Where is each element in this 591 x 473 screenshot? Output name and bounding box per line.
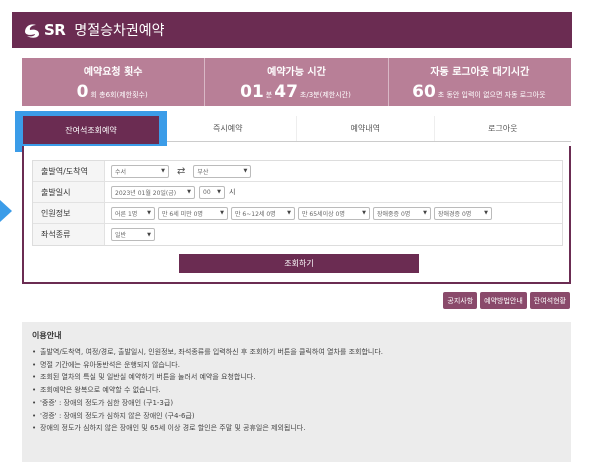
hour-select[interactable]: 00 ▼ [199, 185, 225, 199]
date-select[interactable]: 2023년 01월 20일(금) ▼ [111, 185, 195, 199]
minutes-unit: 분 [265, 90, 273, 99]
reservation-guide-button[interactable]: 예약방법안내 [480, 292, 527, 309]
request-count-label: 예약요청 횟수 [83, 66, 143, 78]
adult-count-value: 어른 1명 [115, 210, 138, 218]
senior-select[interactable]: 만 65세이상 0명 ▼ [298, 206, 370, 220]
logo-text: SR [44, 21, 66, 39]
available-time-stat: 예약가능 시간 01 분 47 초/3분(제한시간) [205, 58, 389, 106]
adult-count-select[interactable]: 어른 1명 ▼ [111, 206, 155, 220]
seconds-value: 47 [274, 81, 298, 102]
chevron-down-icon: ▼ [220, 210, 224, 216]
seconds-suffix: 초/3분(제한시간) [299, 90, 351, 99]
chevron-down-icon: ▼ [217, 189, 221, 195]
departure-value: 수서 [115, 168, 127, 176]
chevron-down-icon: ▼ [423, 210, 427, 216]
tab-instant-reservation[interactable]: 즉시예약 [160, 116, 297, 141]
auto-logout-suffix: 초 동안 입력이 없으면 자동 로그아웃 [437, 90, 546, 99]
hour-value: 00 [203, 188, 211, 196]
notice-button[interactable]: 공지사항 [443, 292, 478, 309]
available-time-label: 예약가능 시간 [267, 66, 326, 78]
date-label: 출발일시 [33, 182, 105, 202]
passenger-row: 인원정보 어른 1명 ▼ 만 6세 미만 0명 ▼ 만 6~12세 0명 ▼ 만 65… [33, 203, 562, 224]
hour-unit: 시 [229, 188, 236, 196]
auto-logout-stat: 자동 로그아웃 대기시간 60 초 동안 입력이 없으면 자동 로그아웃 [389, 58, 571, 106]
status-bar: 예약요청 횟수 0 회 총6회(제한횟수) 예약가능 시간 01 분 47 초/… [22, 58, 571, 106]
list-item: 출발역/도착역, 여정/경로, 출발일시, 인원정보, 좌석종류를 입력하신 후… [32, 346, 561, 359]
chevron-down-icon: ▼ [147, 210, 151, 216]
auto-logout-label: 자동 로그아웃 대기시간 [430, 66, 530, 78]
pointer-arrow-icon [0, 200, 12, 222]
request-count-stat: 예약요청 횟수 0 회 총6회(제한횟수) [22, 58, 206, 106]
mild-disability-value: 장애경증 0명 [438, 210, 472, 218]
seat-type-select[interactable]: 일반 ▼ [111, 228, 155, 241]
list-item: '경증' : 장애의 정도가 심하지 않은 장애인 (구4-6급) [32, 410, 561, 423]
route-row: 출발역/도착역 수서 ▼ ⇄ 부산 ▼ [33, 161, 562, 182]
page-title: 명절승차권예약 [74, 23, 165, 39]
mild-disability-select[interactable]: 장애경증 0명 ▼ [434, 206, 492, 220]
chevron-down-icon: ▼ [187, 189, 191, 195]
child-under6-select[interactable]: 만 6세 미만 0명 ▼ [158, 206, 228, 220]
senior-value: 만 65세이상 0명 [302, 210, 345, 218]
arrival-select[interactable]: 부산 ▼ [193, 164, 252, 178]
chevron-down-icon: ▼ [147, 231, 151, 238]
severe-disability-select[interactable]: 장애중증 0명 ▼ [373, 206, 431, 220]
passenger-label: 인원정보 [33, 203, 105, 223]
aux-button-group: 공지사항 예약방법안내 잔여석현황 [443, 292, 570, 309]
minutes-value: 01 [240, 81, 264, 102]
remaining-seat-status-button[interactable]: 잔여석현황 [529, 292, 570, 309]
request-count-suffix: 회 총6회(제한횟수) [90, 90, 148, 99]
sr-logo[interactable]: SR [22, 20, 66, 40]
child-6to12-select[interactable]: 만 6~12세 0명 ▼ [231, 206, 295, 220]
usage-guide-list: 출발역/도착역, 여정/경로, 출발일시, 인원정보, 좌석종류를 입력하신 후… [32, 346, 561, 435]
departure-select[interactable]: 수서 ▼ [111, 164, 169, 178]
swap-stations-icon[interactable]: ⇄ [177, 166, 185, 177]
usage-guide-box: 이용안내 출발역/도착역, 여정/경로, 출발일시, 인원정보, 좌석종류를 입… [22, 322, 571, 462]
child-6to12-value: 만 6~12세 0명 [235, 210, 276, 218]
seat-type-value: 일반 [115, 232, 127, 239]
list-item: 명절 기간에는 유아동반석은 운행되지 않습니다. [32, 359, 561, 372]
chevron-down-icon: ▼ [243, 168, 248, 174]
search-form-table: 출발역/도착역 수서 ▼ ⇄ 부산 ▼ 출발일시 2023년 01월 20일(금) ▼… [32, 160, 563, 246]
tab-reservation-history[interactable]: 예약내역 [297, 116, 435, 141]
chevron-down-icon: ▼ [362, 210, 366, 216]
seat-label: 좌석종류 [33, 224, 105, 245]
chevron-down-icon: ▼ [287, 210, 291, 216]
search-form-panel: 출발역/도착역 수서 ▼ ⇄ 부산 ▼ 출발일시 2023년 01월 20일(금) ▼… [22, 146, 571, 284]
chevron-down-icon: ▼ [484, 210, 488, 216]
chevron-down-icon: ▼ [161, 168, 165, 174]
severe-disability-value: 장애중증 0명 [377, 210, 411, 218]
date-value: 2023년 01월 20일(금) [115, 189, 177, 197]
search-button[interactable]: 조회하기 [179, 254, 419, 273]
list-item: 장애의 정도가 심하지 않은 장애인 및 65세 이상 경로 할인은 주말 및 … [32, 422, 561, 435]
list-item: 조회예약은 왕복으로 예약할 수 없습니다. [32, 384, 561, 397]
list-item: 조회된 열차의 특실 및 일반실 예약하기 버튼을 눌러서 예약을 요청합니다. [32, 371, 561, 384]
arrival-value: 부산 [197, 168, 209, 176]
sr-logo-icon [22, 20, 42, 40]
request-count-value: 0 [76, 81, 89, 102]
tab-remaining-seat-label[interactable]: 잔여석조회예약 [23, 116, 159, 144]
list-item: '중증' : 장애의 정도가 심한 장애인 (구1-3급) [32, 397, 561, 410]
tab-logout[interactable]: 로그아웃 [435, 116, 572, 141]
route-label: 출발역/도착역 [33, 161, 105, 181]
child-under6-value: 만 6세 미만 0명 [162, 210, 203, 218]
usage-guide-title: 이용안내 [32, 331, 62, 340]
auto-logout-value: 60 [412, 81, 436, 102]
seat-row: 좌석종류 일반 ▼ [33, 224, 562, 245]
app-header: SR 명절승차권예약 [12, 12, 572, 48]
date-row: 출발일시 2023년 01월 20일(금) ▼ 00 ▼ 시 [33, 182, 562, 203]
